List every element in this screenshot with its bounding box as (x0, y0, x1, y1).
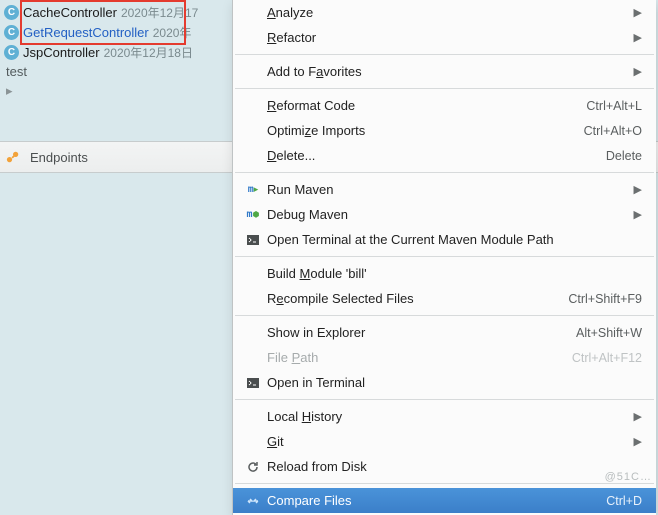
maven-debug-icon: m⬢ (243, 209, 263, 220)
menu-recompile[interactable]: Recompile Selected FilesCtrl+Shift+F9 (233, 286, 656, 311)
menu-refactor[interactable]: Refactor▶ (233, 25, 656, 50)
menu-separator (235, 399, 654, 400)
menu-compare-files[interactable]: Compare FilesCtrl+D (233, 488, 656, 513)
menu-add-favorites[interactable]: Add to Favorites▶ (233, 59, 656, 84)
menu-show-explorer[interactable]: Show in ExplorerAlt+Shift+W (233, 320, 656, 345)
endpoints-label[interactable]: Endpoints (30, 150, 88, 165)
file-name: CacheController (23, 5, 117, 20)
menu-delete[interactable]: Delete...Delete (233, 143, 656, 168)
menu-separator (235, 256, 654, 257)
menu-optimize-imports[interactable]: Optimize ImportsCtrl+Alt+O (233, 118, 656, 143)
file-name: JspController (23, 45, 100, 60)
reload-icon (243, 460, 263, 474)
menu-open-terminal[interactable]: Open in Terminal (233, 370, 656, 395)
menu-build-module[interactable]: Build Module 'bill' (233, 261, 656, 286)
menu-reload-disk[interactable]: Reload from Disk (233, 454, 656, 479)
menu-file-path: File PathCtrl+Alt+F12 (233, 345, 656, 370)
endpoints-icon (6, 150, 20, 164)
menu-git[interactable]: Git▶ (233, 429, 656, 454)
file-date: 2020年 (153, 24, 192, 41)
menu-debug-maven[interactable]: m⬢ Debug Maven▶ (233, 202, 656, 227)
class-icon: C (4, 25, 19, 40)
terminal-icon (243, 376, 263, 390)
menu-separator (235, 483, 654, 484)
file-name: GetRequestController (23, 25, 149, 40)
compare-icon (243, 494, 263, 508)
menu-separator (235, 172, 654, 173)
class-icon: C (4, 5, 19, 20)
menu-separator (235, 315, 654, 316)
file-date: 2020年12月18日 (104, 44, 193, 61)
file-date: 2020年12月17 (121, 4, 198, 21)
menu-reformat-code[interactable]: Reformat CodeCtrl+Alt+L (233, 93, 656, 118)
menu-separator (235, 88, 654, 89)
menu-open-terminal-maven[interactable]: Open Terminal at the Current Maven Modul… (233, 227, 656, 252)
class-icon: C (4, 45, 19, 60)
terminal-icon (243, 233, 263, 247)
maven-run-icon: m▸ (243, 184, 263, 195)
menu-analyze[interactable]: Analyze▶ (233, 0, 656, 25)
menu-local-history[interactable]: Local History▶ (233, 404, 656, 429)
menu-run-maven[interactable]: m▸ Run Maven▶ (233, 177, 656, 202)
menu-separator (235, 54, 654, 55)
context-menu: Analyze▶ Refactor▶ Add to Favorites▶ Ref… (232, 0, 656, 515)
